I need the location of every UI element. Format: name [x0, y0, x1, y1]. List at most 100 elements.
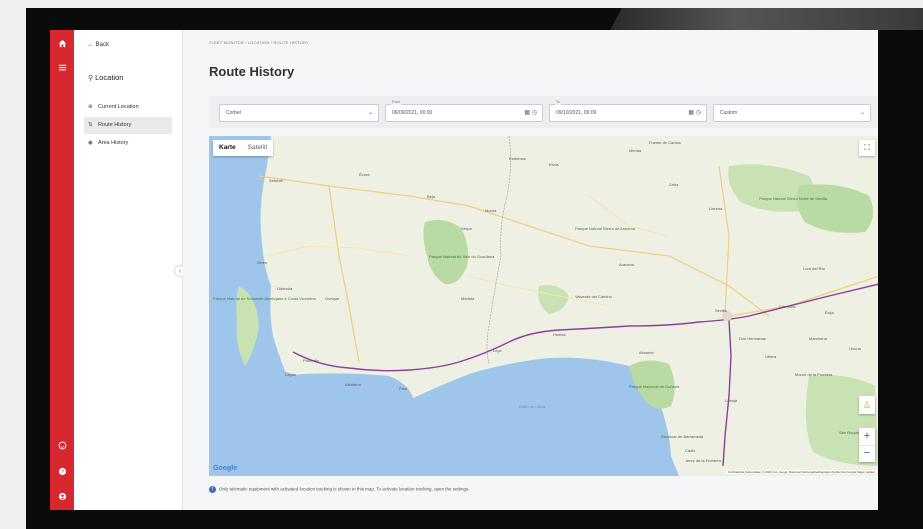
sidebar-item-label: Current Location	[98, 104, 139, 110]
breadcrumb: FLEET MONITOR / LOCATION / ROUTE HISTORY	[209, 40, 309, 45]
sidebar-item-area-history[interactable]: ◉ Area History	[84, 135, 172, 152]
map-place-label: Beja	[427, 194, 436, 199]
calendar-clock-icons[interactable]: ▦ ◷	[688, 105, 701, 122]
info-icon: i	[209, 486, 216, 493]
map-place-label: Osuna	[849, 346, 861, 351]
area-icon: ◉	[88, 140, 93, 146]
zoom-control: + −	[859, 428, 875, 462]
map-place-label: Lagos	[285, 372, 296, 377]
highway-road	[728, 275, 878, 317]
to-label: To	[555, 100, 561, 105]
support-icon[interactable]	[50, 441, 74, 454]
svg-text:?: ?	[61, 470, 64, 476]
map-place-label: Dos Hermanas	[739, 336, 766, 341]
sidebar: ← Back ⚲ Location ⊕ Current Location ⇅ Rou…	[74, 30, 183, 510]
main-content: FLEET MONITOR / LOCATION / ROUTE HISTORY…	[183, 30, 878, 510]
map-place-label: Lepe	[493, 348, 502, 353]
map-place-label: Zafra	[669, 182, 679, 187]
map-type-toggle: Karte Satellit	[213, 140, 274, 156]
map-place-label: Llerena	[709, 206, 723, 211]
map-place-label: Mértola	[461, 296, 475, 301]
menu-icon[interactable]	[50, 63, 74, 76]
to-value: 09/10/2021, 06:09	[556, 110, 597, 116]
from-value: 06/09/2021, 00:00	[392, 110, 433, 116]
park-label: Parque Natural do Sudoeste Alentejano e …	[213, 296, 316, 301]
map-place-label: Sevilla	[715, 308, 727, 313]
google-logo: Google	[213, 465, 238, 472]
map-place-label: Fuente de Cantos	[649, 140, 681, 145]
map-place-label: Estremoz	[509, 156, 526, 161]
highway-road	[718, 165, 730, 317]
route-path	[722, 319, 732, 467]
map-place-label: Albufeira	[345, 382, 361, 387]
section-title: ⚲ Location	[88, 73, 123, 82]
map-canvas	[209, 136, 878, 476]
chevron-down-icon: ⌄	[859, 110, 865, 116]
map-place-label: Ourique	[325, 296, 340, 301]
back-link[interactable]: ← Back	[88, 42, 109, 48]
page-title: Route History	[209, 64, 295, 79]
map-place-label: Lebrija	[725, 398, 738, 403]
chevron-left-icon: ‹	[178, 268, 182, 275]
map-place-label: Évora	[359, 172, 370, 177]
map-place-label: Aracena	[619, 262, 634, 267]
map-place-label: Jerez de la Frontera	[685, 458, 721, 463]
to-datetime-field[interactable]: To 09/10/2021, 06:09 ▦ ◷	[549, 100, 707, 122]
fullscreen-button[interactable]: ⛶	[859, 140, 875, 156]
highway-road	[258, 175, 530, 227]
map-type-satellit[interactable]: Satellit	[242, 140, 274, 156]
info-note-text: Only telematic equipment with activated …	[219, 486, 470, 492]
sidebar-item-current-location[interactable]: ⊕ Current Location	[84, 99, 172, 116]
app-screen: ? ← Back ⚲ Location ⊕ Current Location ⇅ R…	[50, 30, 878, 510]
map-type-karte[interactable]: Karte	[213, 140, 242, 156]
app-rail: ?	[50, 30, 74, 510]
equipment-select-value: Corbel	[226, 110, 241, 116]
map-place-label: Almonte	[639, 350, 654, 355]
map-place-label: San Roque	[839, 430, 860, 435]
map-place-label: Huelva	[553, 332, 566, 337]
back-label: Back	[95, 42, 110, 48]
zoom-in-button[interactable]: +	[859, 428, 875, 445]
map-place-label: Sines	[257, 260, 268, 265]
map-place-label: Moura	[485, 208, 497, 213]
sidebar-item-label: Area History	[98, 140, 129, 146]
park-label: Parque Nacional de Doñana	[629, 384, 680, 389]
fullscreen-icon: ⛶	[864, 143, 870, 152]
map-place-label: Mérida	[629, 148, 642, 153]
map-place-label: Setúbal	[269, 178, 283, 183]
park-area	[797, 184, 874, 233]
map-place-label: Portimão	[303, 358, 320, 363]
map-place-label: Faro	[399, 386, 408, 391]
calendar-clock-icons[interactable]: ▦ ◷	[524, 105, 537, 122]
park-label: Parque Natural Sierra de Aracena	[575, 226, 636, 231]
zoom-out-button[interactable]: −	[859, 445, 875, 463]
park-area	[538, 285, 569, 314]
map-place-label: Lora del Río	[803, 266, 825, 271]
filter-bar: Corbel ⌄ From 06/09/2021, 00:00 ▦ ◷ To 0…	[209, 96, 878, 128]
map-place-label: Valverde del Camino	[575, 294, 612, 299]
map-place-label: Odemira	[277, 286, 293, 291]
chevron-down-icon: ⌄	[367, 110, 373, 116]
map-place-label: Écija	[825, 310, 834, 315]
map-place-label: Elvas	[549, 162, 559, 167]
map-place-label: Cádiz	[685, 448, 696, 453]
help-icon[interactable]: ?	[50, 467, 74, 480]
country-border	[486, 136, 511, 365]
sidebar-item-route-history[interactable]: ⇅ Route History	[84, 117, 172, 134]
route-map[interactable]: Sevilla Huelva Faro Lagos Portimão Albuf…	[209, 136, 878, 476]
route-icon: ⇅	[88, 122, 93, 128]
map-attribution[interactable]: Kurzbefehle Kartendaten © 2021 Inst. Geo…	[726, 470, 877, 474]
from-datetime-field[interactable]: From 06/09/2021, 00:00 ▦ ◷	[385, 100, 543, 122]
range-select[interactable]: Custom ⌄	[713, 104, 871, 122]
location-target-icon: ⊕	[88, 104, 93, 110]
map-place-label: Morón de la Frontera	[795, 372, 833, 377]
arrow-left-icon: ←	[88, 42, 96, 48]
street-view-pegman[interactable]: ♙	[859, 396, 875, 414]
map-place-label: Carmona	[779, 304, 796, 309]
from-label: From	[391, 100, 402, 105]
home-icon[interactable]	[50, 39, 74, 52]
equipment-select[interactable]: Corbel ⌄	[219, 104, 379, 122]
sidebar-item-label: Route History	[98, 122, 132, 128]
user-icon[interactable]	[50, 492, 74, 505]
map-place-label: Sanlúcar de Barrameda	[661, 434, 704, 439]
